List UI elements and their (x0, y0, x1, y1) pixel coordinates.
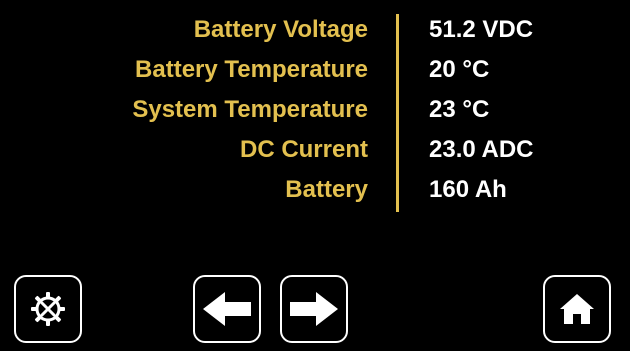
home-button[interactable] (543, 275, 611, 343)
reading-row-battery: Battery 160 Ah (0, 170, 630, 210)
reading-value: 20 °C (429, 56, 490, 83)
settings-button[interactable] (14, 275, 82, 343)
reading-label: Battery Voltage (193, 16, 368, 43)
reading-value: 23.0 ADC (429, 136, 534, 163)
reading-label: System Temperature (132, 96, 368, 123)
arrow-right-icon (290, 292, 338, 326)
home-icon (560, 294, 594, 324)
reading-row-dc-current: DC Current 23.0 ADC (0, 130, 630, 170)
reading-label: DC Current (239, 136, 368, 163)
reading-label: Battery Temperature (135, 56, 368, 83)
reading-value: 51.2 VDC (429, 16, 534, 43)
arrow-left-icon (203, 292, 251, 326)
column-divider (396, 14, 399, 212)
reading-value: 160 Ah (429, 176, 507, 203)
forward-button[interactable] (280, 275, 348, 343)
reading-value: 23 °C (429, 96, 490, 123)
reading-row-battery-temperature: Battery Temperature 20 °C (0, 50, 630, 90)
gear-wrench-icon (31, 292, 65, 326)
reading-row-battery-voltage: Battery Voltage 51.2 VDC (0, 10, 630, 50)
reading-label: Battery (285, 176, 368, 203)
reading-row-system-temperature: System Temperature 23 °C (0, 90, 630, 130)
back-button[interactable] (193, 275, 261, 343)
